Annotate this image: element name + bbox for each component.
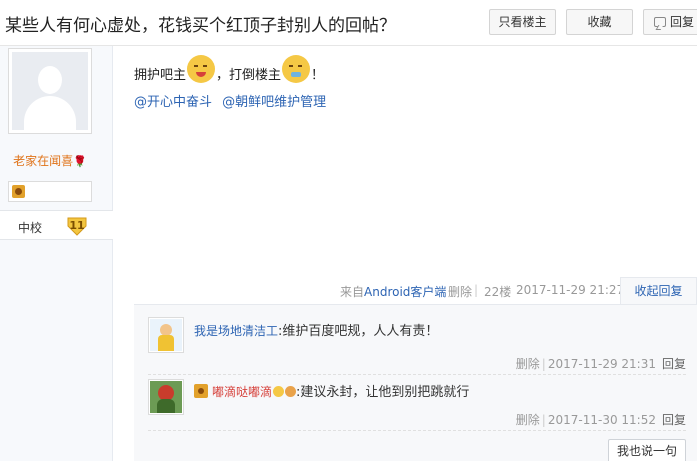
post-mentions: @开心中奋斗 @朝鲜吧维护管理 (134, 91, 534, 110)
cat-face-icon (285, 386, 297, 397)
thread-title: 某些人有何心虚处，花钱买个红顶子封别人的回帖？ (5, 16, 396, 36)
rank-row: 中校 11 (0, 210, 113, 240)
comment-icon (654, 17, 666, 27)
comment-time: 2017-11-30 11:52 (547, 413, 656, 427)
comment-meta: 删除 | 2017-11-30 11:52 回复 (515, 413, 686, 427)
post-text: 拥护吧主 ，打倒楼主 ！ (134, 55, 534, 90)
member-badge-icon (194, 384, 208, 398)
client-link[interactable]: Android客户端 (364, 285, 446, 299)
list-item: 嘟滴哒嘟滴:建议永封，让他到别把跳就行 删除 | 2017-11-30 11:52 回… (148, 379, 686, 431)
commenter-avatar[interactable] (148, 379, 184, 415)
floor-number: 22楼 (484, 285, 512, 299)
comment-meta: 删除 | 2017-11-29 21:31 回复 (515, 357, 686, 371)
mention-link[interactable]: @朝鲜吧维护管理 (222, 95, 326, 110)
list-item: 我是场地清洁工:维护百度吧规，人人有责！ 删除 | 2017-11-29 21:31… (148, 317, 686, 375)
comment-text: :维护百度吧规，人人有责！ (278, 324, 439, 339)
commenter-name[interactable]: 我是场地清洁工 (194, 324, 278, 338)
comment-time: 2017-11-29 21:31 (547, 357, 656, 371)
delete-post-link[interactable]: 删除 (448, 283, 472, 300)
commenter-name[interactable]: 嘟滴哒嘟滴 (212, 385, 272, 399)
thread-header: 某些人有何心虚处，花钱买个红顶子封别人的回帖？ 只看楼主 收藏 回复 (0, 0, 697, 46)
add-comment-button[interactable]: 我也说一句 (608, 439, 686, 461)
reply-comment-link[interactable]: 回复 (662, 413, 686, 427)
post-text-part: 拥护吧主 (134, 67, 187, 83)
post-footer: 来自Android客户端 删除 | 22楼 2017-11-29 21:27 收… (0, 277, 697, 305)
author-name[interactable]: 老家在闻喜 (13, 154, 73, 168)
author-rank: 中校 (18, 221, 43, 235)
rose-icon: 🌹 (73, 155, 87, 168)
reply-comment-link[interactable]: 回复 (662, 357, 686, 371)
favorite-button[interactable]: 收藏 (566, 9, 633, 35)
author-panel: 老家在闻喜🌹 中校 11 (0, 46, 113, 461)
collapse-replies-button[interactable]: 收起回复 (620, 277, 697, 305)
medal-box (8, 181, 92, 202)
author-avatar[interactable] (8, 48, 92, 134)
angry-face-icon (187, 55, 216, 83)
only-op-button[interactable]: 只看楼主 (489, 9, 556, 35)
reply-button-label: 回复 (670, 15, 695, 29)
commenter-avatar[interactable] (148, 317, 184, 353)
post-text-part: ！ (311, 67, 325, 83)
delete-comment-link[interactable]: 删除 (516, 357, 540, 371)
medal-icon[interactable] (12, 185, 25, 198)
reply-list: 我是场地清洁工:维护百度吧规，人人有责！ 删除 | 2017-11-29 21:31… (134, 304, 697, 461)
level-number: 11 (69, 219, 85, 232)
post-content: 拥护吧主 ，打倒楼主 ！ @开心中奋斗 @朝鲜吧维护管理 (134, 55, 534, 110)
reply-button[interactable]: 回复 (643, 9, 697, 35)
delete-comment-link[interactable]: 删除 (516, 413, 540, 427)
smile-icon (273, 386, 285, 397)
comment-text: :建议永封，让他到别把跳就行 (296, 385, 470, 400)
post-time: 2017-11-29 21:27 (516, 283, 625, 297)
post-source: 来自Android客户端 (340, 285, 447, 299)
level-badge[interactable]: 11 (66, 215, 88, 237)
post-text-part: ，打倒楼主 (216, 67, 282, 83)
mention-link[interactable]: @开心中奋斗 (134, 95, 212, 110)
sick-face-icon (282, 55, 311, 83)
